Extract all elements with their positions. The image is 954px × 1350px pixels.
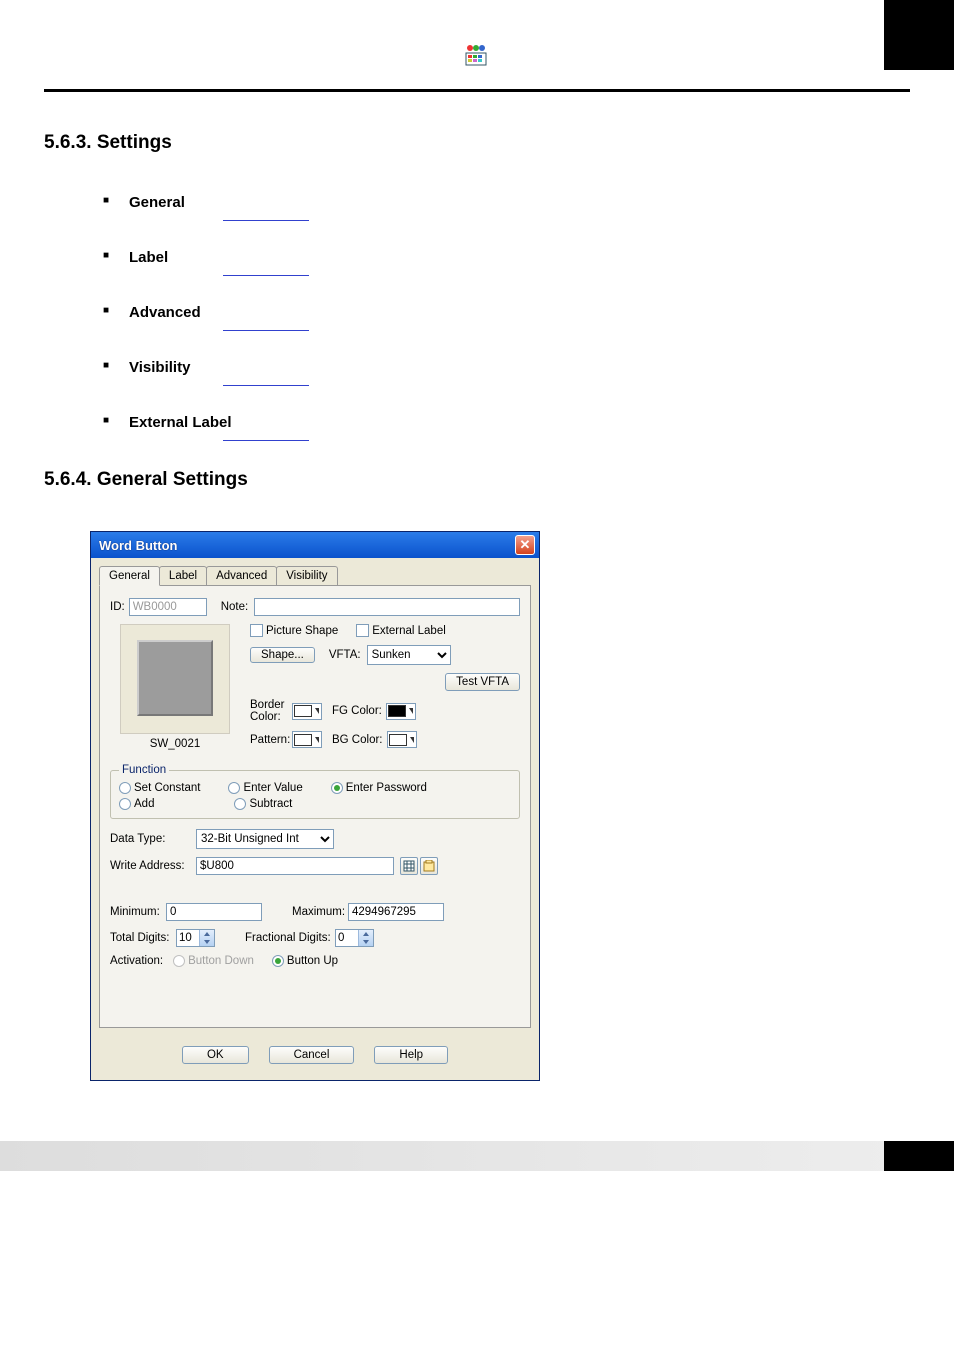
fg-color-picker[interactable] xyxy=(386,703,416,720)
link-external-label[interactable] xyxy=(223,440,309,441)
link-label[interactable] xyxy=(223,275,309,276)
tab-advanced[interactable]: Advanced xyxy=(206,566,277,585)
header-corner xyxy=(884,0,954,70)
shape-preview xyxy=(120,624,230,734)
border-color-label: Border Color: xyxy=(250,699,292,723)
link-visibility[interactable] xyxy=(223,385,309,386)
titlebar[interactable]: Word Button ✕ xyxy=(91,532,539,558)
radio-add[interactable] xyxy=(119,798,131,810)
tab-label[interactable]: Label xyxy=(159,566,207,585)
write-address-label: Write Address: xyxy=(110,860,196,872)
shape-button[interactable]: Shape... xyxy=(250,647,315,663)
note-label: Note: xyxy=(221,601,249,613)
picture-shape-checkbox[interactable] xyxy=(250,624,263,637)
address-browse-icon[interactable] xyxy=(420,857,438,875)
bullet-visibility: Visibility xyxy=(129,359,910,386)
vfta-select[interactable]: Sunken xyxy=(367,645,451,665)
tab-visibility[interactable]: Visibility xyxy=(276,566,337,585)
bullet-advanced: Advanced xyxy=(129,304,910,331)
function-group: Function Set Constant Enter Value Enter … xyxy=(110,764,520,819)
border-color-picker[interactable] xyxy=(292,703,322,720)
radio-button-up[interactable] xyxy=(272,955,284,967)
bullet-general: General xyxy=(129,194,910,221)
id-field[interactable] xyxy=(129,598,207,616)
radio-set-constant[interactable] xyxy=(119,782,131,794)
header-icon xyxy=(463,44,491,71)
tab-strip: General Label Advanced Visibility xyxy=(99,566,531,586)
note-field[interactable] xyxy=(254,598,520,616)
keypad-icon[interactable] xyxy=(400,857,418,875)
cancel-button[interactable]: Cancel xyxy=(269,1046,355,1064)
bg-color-label: BG Color: xyxy=(332,734,383,746)
activation-label: Activation: xyxy=(110,955,163,967)
data-type-select[interactable]: 32-Bit Unsigned Int xyxy=(196,829,334,849)
word-button-dialog: Word Button ✕ General Label Advanced Vis… xyxy=(90,531,540,1081)
help-button[interactable]: Help xyxy=(374,1046,448,1064)
footer-corner xyxy=(884,1141,954,1171)
radio-enter-value[interactable] xyxy=(228,782,240,794)
bullet-external-label: External Label xyxy=(129,414,910,441)
pattern-label: Pattern: xyxy=(250,734,292,746)
bullet-label: Label xyxy=(129,249,910,276)
maximum-label: Maximum: xyxy=(292,906,348,918)
data-type-label: Data Type: xyxy=(110,833,196,845)
fractional-digits-label: Fractional Digits: xyxy=(245,932,335,944)
radio-enter-password[interactable] xyxy=(331,782,343,794)
dialog-title: Word Button xyxy=(99,538,177,553)
external-label-label: External Label xyxy=(372,625,446,637)
picture-shape-label: Picture Shape xyxy=(266,625,338,637)
total-digits-label: Total Digits: xyxy=(110,932,176,944)
minimum-label: Minimum: xyxy=(110,906,166,918)
close-icon[interactable]: ✕ xyxy=(515,535,535,555)
test-vfta-button[interactable]: Test VFTA xyxy=(445,673,520,691)
preview-label: SW_0021 xyxy=(110,738,240,750)
id-label: ID: xyxy=(110,601,125,613)
preview-panel: SW_0021 xyxy=(110,624,240,756)
section-general-settings-heading: 5.6.4. General Settings xyxy=(44,469,910,491)
total-digits-spinner[interactable] xyxy=(176,929,215,947)
vfta-label: VFTA: xyxy=(329,649,361,661)
link-advanced[interactable] xyxy=(223,330,309,331)
maximum-field[interactable] xyxy=(348,903,444,921)
bg-color-picker[interactable] xyxy=(387,731,417,748)
radio-subtract[interactable] xyxy=(234,798,246,810)
radio-button-down xyxy=(173,955,185,967)
page-footer xyxy=(0,1141,954,1171)
page-header xyxy=(44,44,910,92)
write-address-field[interactable] xyxy=(196,857,394,875)
tab-general[interactable]: General xyxy=(99,566,160,586)
fractional-digits-spinner[interactable] xyxy=(335,929,374,947)
function-legend: Function xyxy=(119,764,169,776)
pattern-picker[interactable] xyxy=(292,731,322,748)
link-general[interactable] xyxy=(223,220,309,221)
section-settings-heading: 5.6.3. Settings xyxy=(44,132,910,154)
external-label-checkbox[interactable] xyxy=(356,624,369,637)
minimum-field[interactable] xyxy=(166,903,262,921)
ok-button[interactable]: OK xyxy=(182,1046,249,1064)
fg-color-label: FG Color: xyxy=(332,705,382,717)
